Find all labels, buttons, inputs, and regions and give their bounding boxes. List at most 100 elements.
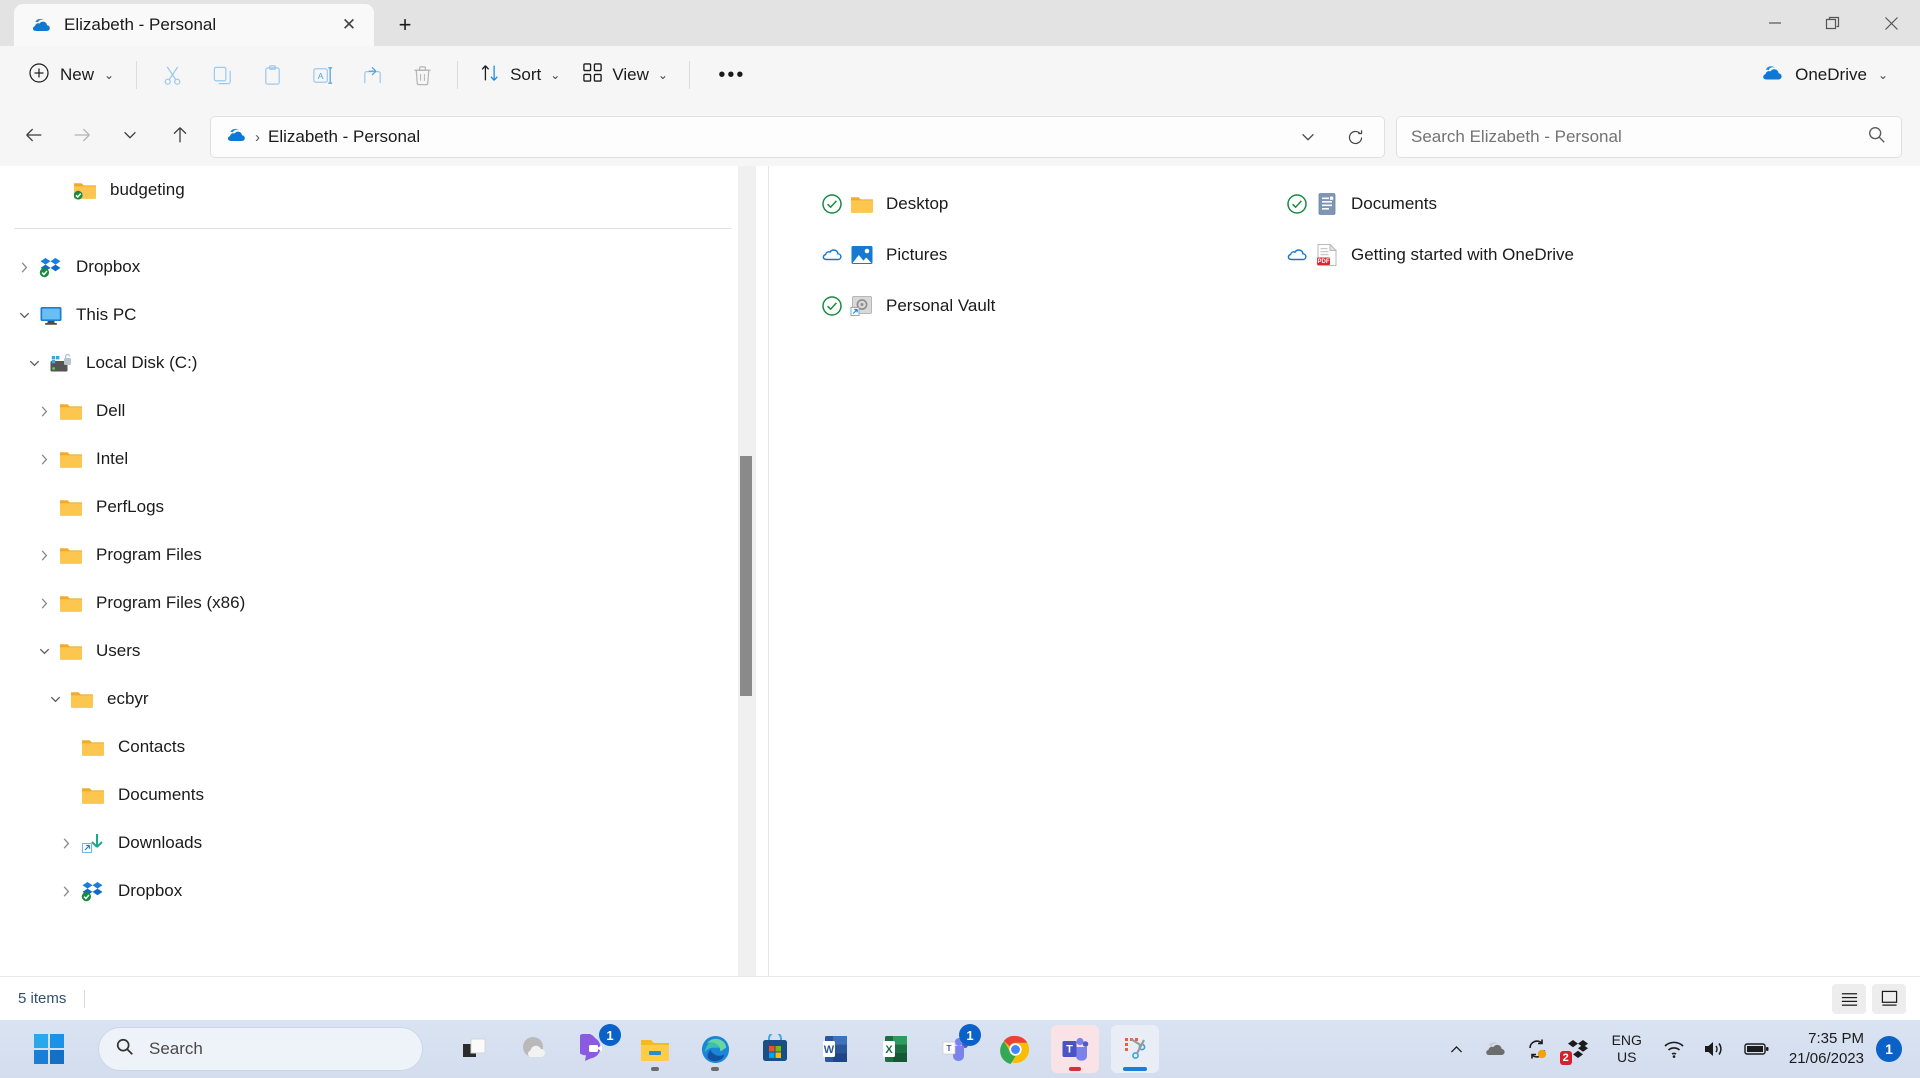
onedrive-status-button[interactable]: OneDrive ⌄ — [1750, 55, 1898, 95]
battery-icon[interactable] — [1735, 1029, 1779, 1069]
item-count-label: 5 items — [18, 990, 67, 1007]
sidebar-item-dell[interactable]: Dell — [0, 387, 750, 435]
view-button[interactable]: View ⌄ — [571, 55, 679, 95]
sidebar-item-local-disk-c[interactable]: Local Disk (C:) — [0, 339, 750, 387]
chevron-down-icon[interactable] — [10, 308, 38, 323]
sidebar-item-contacts[interactable]: Contacts — [0, 723, 750, 771]
taskbar-app-weather[interactable] — [511, 1025, 559, 1073]
file-list-item[interactable]: Desktop — [815, 178, 995, 229]
chevron-down-icon[interactable] — [1290, 117, 1326, 157]
recent-locations-button[interactable] — [110, 115, 150, 155]
synced-check-icon — [1286, 193, 1308, 215]
notification-badge[interactable]: 1 — [1876, 1036, 1902, 1062]
forward-button[interactable] — [62, 115, 102, 155]
paste-button[interactable] — [250, 55, 294, 95]
minimize-button[interactable] — [1746, 0, 1804, 46]
rename-button[interactable]: A — [300, 55, 344, 95]
taskbar-app-google-chrome[interactable] — [991, 1025, 1039, 1073]
taskbar-app-snipping-tool[interactable] — [1111, 1025, 1159, 1073]
sync-pending-icon[interactable] — [1516, 1029, 1558, 1069]
sidebar-item-perflogs[interactable]: PerfLogs — [0, 483, 750, 531]
file-list-item[interactable]: Personal Vault — [815, 280, 995, 331]
pane-splitter[interactable] — [768, 166, 769, 976]
back-button[interactable] — [14, 115, 54, 155]
search-input[interactable]: Search Elizabeth - Personal — [1396, 116, 1902, 158]
sidebar-scrollbar[interactable] — [738, 166, 756, 976]
chevron-right-icon[interactable] — [52, 836, 80, 851]
chevron-right-icon[interactable] — [30, 548, 58, 563]
taskbar-app-microsoft-store[interactable] — [751, 1025, 799, 1073]
volume-icon[interactable] — [1694, 1029, 1735, 1069]
sidebar-item-budgeting[interactable]: budgeting — [0, 166, 750, 214]
sync-status-icon — [815, 245, 849, 264]
copy-button[interactable] — [200, 55, 244, 95]
cut-button[interactable] — [150, 55, 194, 95]
sidebar-item-users[interactable]: Users — [0, 627, 750, 675]
chevron-right-icon[interactable] — [30, 596, 58, 611]
file-list-item[interactable]: PDF Getting started with OneDrive — [1280, 229, 1574, 280]
sort-button[interactable]: Sort ⌄ — [468, 55, 571, 95]
up-button[interactable] — [160, 115, 200, 155]
chevron-right-icon[interactable] — [10, 260, 38, 275]
file-list-pane[interactable]: Desktop Pictures Personal Vault Documents P… — [790, 166, 1920, 976]
sidebar-item-dropbox[interactable]: Dropbox — [0, 243, 750, 291]
sidebar-item-ecbyr[interactable]: ecbyr — [0, 675, 750, 723]
delete-button[interactable] — [400, 55, 444, 95]
taskbar-app-excel[interactable]: X — [871, 1025, 919, 1073]
sidebar-item-program-files-x86[interactable]: Program Files (x86) — [0, 579, 750, 627]
taskbar-app-task-view[interactable] — [451, 1025, 499, 1073]
browser-tab-elizabeth-personal[interactable]: Elizabeth - Personal ✕ — [14, 4, 374, 46]
details-view-icon[interactable] — [1832, 983, 1866, 1014]
breadcrumb-current[interactable]: Elizabeth - Personal — [268, 127, 420, 147]
navigation-pane[interactable]: budgeting Dropbox This PC Local Disk (C:) D… — [0, 166, 750, 976]
chevron-down-icon[interactable] — [41, 692, 69, 707]
share-button[interactable] — [350, 55, 394, 95]
sidebar-item-this-pc[interactable]: This PC — [0, 291, 750, 339]
sidebar-item-dropbox[interactable]: Dropbox — [0, 867, 750, 915]
clock[interactable]: 7:35 PM 21/06/2023 — [1779, 1029, 1876, 1070]
dropbox-tray-icon[interactable]: 2 — [1558, 1029, 1600, 1069]
language-indicator[interactable]: ENG US — [1600, 1032, 1654, 1066]
chevron-right-icon[interactable] — [30, 404, 58, 419]
close-icon[interactable]: ✕ — [334, 10, 364, 40]
taskbar-app-file-explorer[interactable] — [631, 1025, 679, 1073]
taskbar-app-microsoft-edge[interactable] — [691, 1025, 739, 1073]
plus-circle-icon — [28, 62, 50, 89]
breadcrumb[interactable]: › Elizabeth - Personal — [211, 124, 420, 151]
address-breadcrumb-bar[interactable]: › Elizabeth - Personal — [210, 116, 1385, 158]
search-icon[interactable] — [1867, 125, 1887, 150]
see-more-button[interactable]: ••• — [710, 55, 754, 95]
refresh-icon[interactable] — [1336, 117, 1374, 157]
close-button[interactable] — [1862, 0, 1920, 46]
taskbar-app-chat[interactable]: 1 — [571, 1024, 621, 1073]
sidebar-item-downloads[interactable]: Downloads — [0, 819, 750, 867]
onedrive-gray-icon[interactable] — [1474, 1029, 1516, 1069]
new-button[interactable]: New ⌄ — [20, 55, 126, 95]
large-icons-view-icon[interactable] — [1872, 983, 1906, 1014]
chevron-down-icon[interactable] — [30, 644, 58, 659]
app-open-indicator — [651, 1067, 659, 1071]
taskbar-app-teams-chat[interactable]: T 1 — [931, 1024, 981, 1073]
file-list-column-2: Documents PDF Getting started with OneDriv… — [1280, 178, 1574, 280]
windows-start-icon[interactable] — [28, 1028, 70, 1070]
svg-text:PDF: PDF — [1318, 259, 1330, 265]
taskbar-app-word[interactable]: W — [811, 1025, 859, 1073]
wifi-icon[interactable] — [1654, 1029, 1694, 1069]
file-list-item[interactable]: Pictures — [815, 229, 995, 280]
sidebar-scrollbar-thumb[interactable] — [740, 456, 752, 696]
chevron-down-icon[interactable]: ⌄ — [104, 68, 114, 82]
chevron-right-icon[interactable] — [30, 452, 58, 467]
chevron-right-icon[interactable] — [52, 884, 80, 899]
sidebar-item-intel[interactable]: Intel — [0, 435, 750, 483]
taskbar-search-input[interactable]: Search — [98, 1027, 423, 1071]
new-tab-button[interactable]: + — [386, 6, 424, 44]
documents-folder-icon — [1315, 192, 1339, 216]
address-bar: › Elizabeth - Personal Search Elizabeth … — [0, 104, 1920, 166]
sidebar-item-documents[interactable]: Documents — [0, 771, 750, 819]
sidebar-item-program-files[interactable]: Program Files — [0, 531, 750, 579]
file-list-item[interactable]: Documents — [1280, 178, 1574, 229]
taskbar-app-microsoft-teams[interactable]: T — [1051, 1025, 1099, 1073]
chevron-down-icon[interactable] — [20, 356, 48, 371]
chevron-up-icon[interactable] — [1439, 1029, 1474, 1069]
restore-button[interactable] — [1804, 0, 1862, 46]
